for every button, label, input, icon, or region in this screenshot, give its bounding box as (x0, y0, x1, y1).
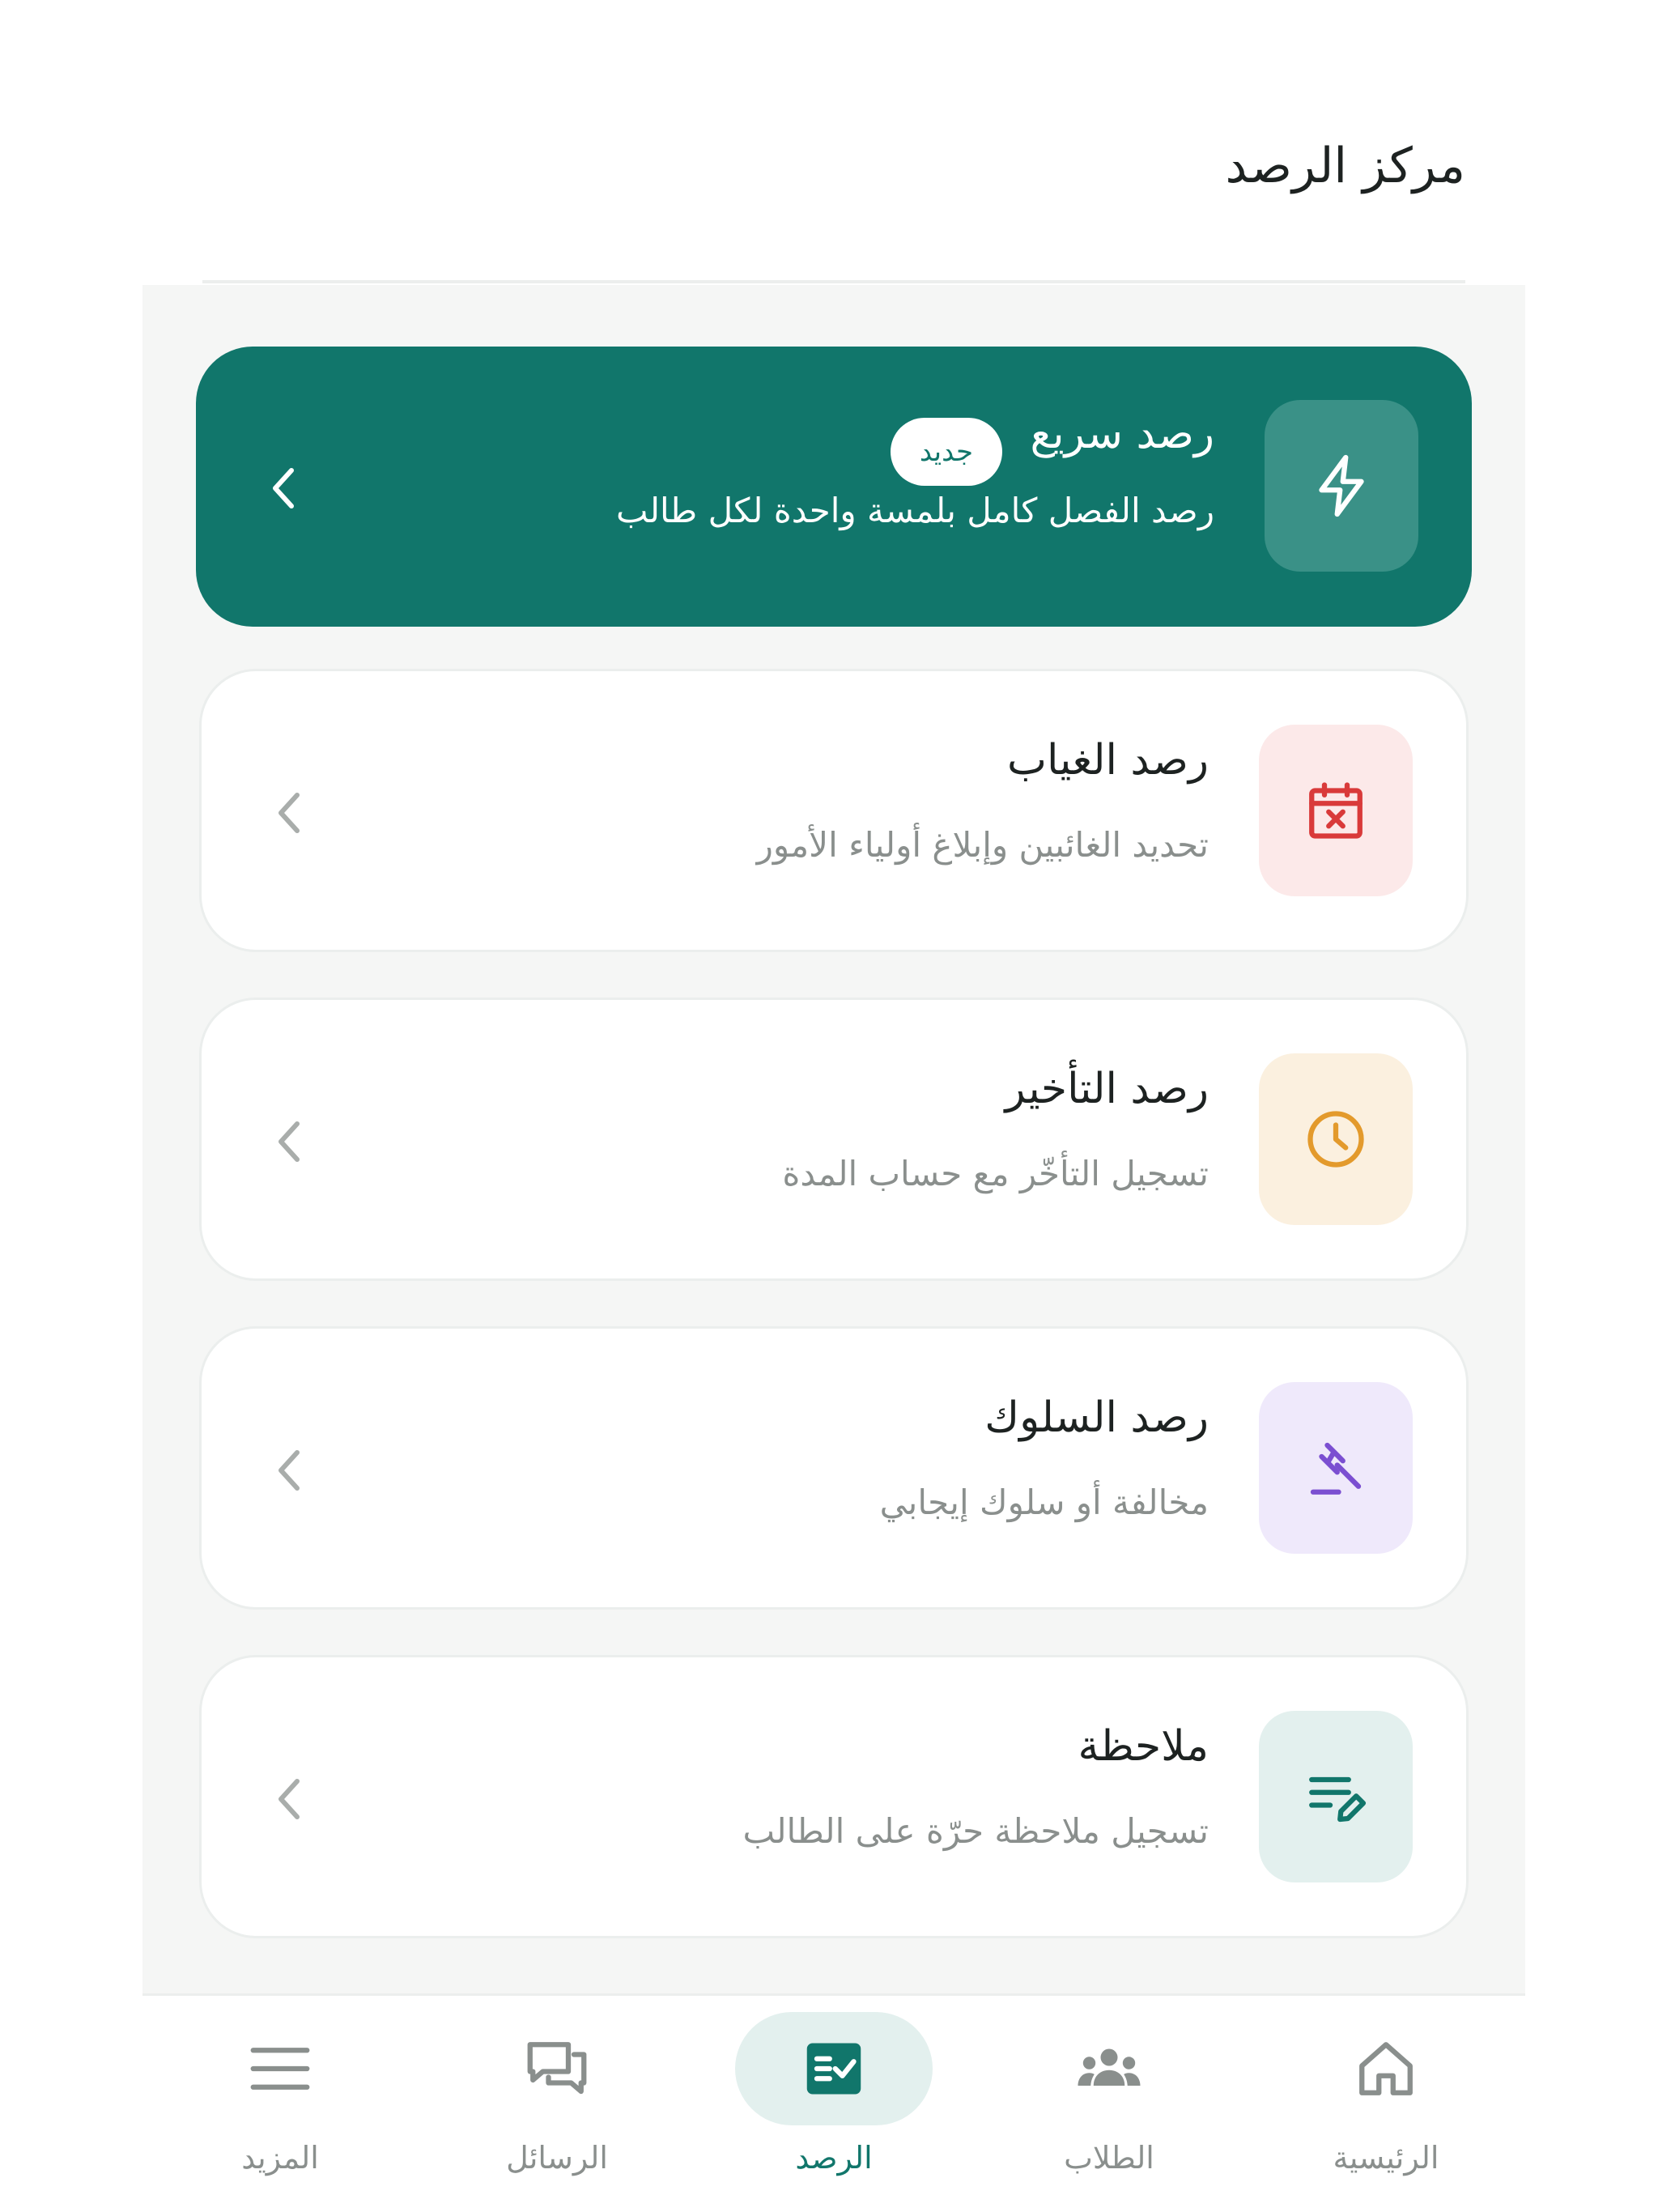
checklist-icon (806, 2043, 861, 2095)
late-icon-box (1259, 1053, 1413, 1225)
chevron-left-icon (273, 1775, 305, 1823)
calendar-x-icon (1309, 782, 1363, 839)
chevron-left-icon (273, 1446, 305, 1495)
note-subtitle: تسجيل ملاحظة حرّة على الطالب (742, 1811, 1209, 1851)
nav-icon-wrap (1010, 2012, 1208, 2125)
absence-icon-box (1259, 725, 1413, 896)
quick-record-subtitle: رصد الفصل كامل بلمسة واحدة لكل طالب (615, 491, 1214, 530)
behavior-subtitle: مخالفة أو سلوك إيجابي (879, 1482, 1209, 1522)
absence-title: رصد الغياب (1007, 736, 1209, 785)
nav-label-home: الرئيسية (1333, 2140, 1439, 2176)
note-card[interactable]: ملاحظة تسجيل ملاحظة حرّة على الطالب (199, 1655, 1469, 1938)
nav-label-monitoring: الرصد (795, 2140, 873, 2176)
nav-label-students: الطلاب (1064, 2140, 1154, 2176)
chevron-left-icon (273, 789, 305, 837)
behavior-icon-box (1259, 1382, 1413, 1554)
gavel-icon (1310, 1442, 1362, 1495)
late-subtitle: تسجيل التأخّر مع حساب المدة (782, 1154, 1209, 1193)
behavior-card[interactable]: رصد السلوك مخالفة أو سلوك إيجابي (199, 1326, 1469, 1610)
quick-record-title: رصد سريع (1030, 410, 1215, 458)
note-pen-icon (1309, 1776, 1367, 1823)
chevron-left-icon (267, 464, 300, 513)
late-card[interactable]: رصد التأخير تسجيل التأخّر مع حساب المدة (199, 998, 1469, 1281)
absence-card[interactable]: رصد الغياب تحديد الغائبين وإبلاغ أولياء … (199, 669, 1469, 952)
nav-icon-wrap (458, 2012, 656, 2125)
note-icon-box (1259, 1711, 1413, 1882)
header: مركز الرصد (202, 0, 1465, 283)
nav-icon-wrap (1287, 2012, 1485, 2125)
students-icon (1078, 2048, 1141, 2086)
new-badge: جديد (890, 418, 1002, 486)
bottom-nav: الرئيسية الطلاب الرصد الرسائل المزيد (142, 1993, 1525, 2212)
behavior-title: رصد السلوك (984, 1393, 1209, 1442)
chat-icon (527, 2042, 587, 2095)
home-icon (1359, 2042, 1413, 2095)
chevron-left-icon (273, 1117, 305, 1166)
page-title: مركز الرصد (1225, 138, 1465, 194)
clock-icon (1307, 1111, 1364, 1168)
note-title: ملاحظة (1078, 1722, 1209, 1771)
nav-label-messages: الرسائل (506, 2140, 608, 2176)
nav-icon-wrap (735, 2012, 933, 2125)
nav-item-messages[interactable]: الرسائل (419, 1996, 695, 2212)
absence-subtitle: تحديد الغائبين وإبلاغ أولياء الأمور (756, 825, 1209, 865)
content-area: رصد سريع جديد رصد الفصل كامل بلمسة واحدة… (142, 285, 1525, 1993)
lightning-icon (1319, 454, 1364, 517)
nav-icon-wrap (181, 2012, 379, 2125)
app-screen: مركز الرصد رصد سريع جديد رصد الفصل كامل … (0, 0, 1658, 2212)
quick-record-icon-box (1265, 400, 1418, 572)
late-title: رصد التأخير (1005, 1065, 1209, 1113)
nav-item-home[interactable]: الرئيسية (1248, 1996, 1524, 2212)
nav-label-more: المزيد (241, 2140, 319, 2176)
nav-item-students[interactable]: الطلاب (971, 1996, 1247, 2212)
menu-icon (250, 2048, 310, 2090)
nav-item-monitoring[interactable]: الرصد (696, 1996, 971, 2212)
quick-record-card[interactable]: رصد سريع جديد رصد الفصل كامل بلمسة واحدة… (196, 347, 1472, 627)
nav-item-more[interactable]: المزيد (142, 1996, 418, 2212)
